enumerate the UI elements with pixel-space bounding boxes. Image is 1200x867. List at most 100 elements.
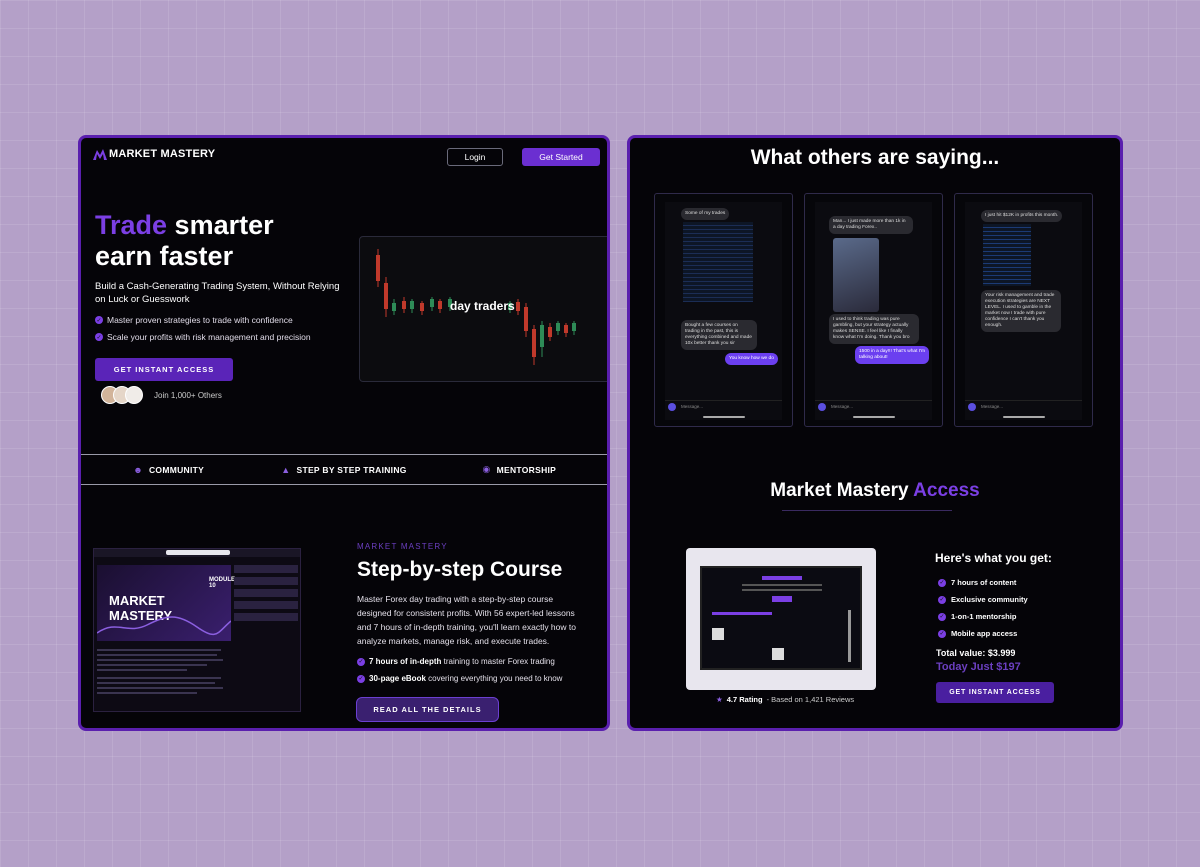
get-instant-access-button[interactable]: GET INSTANT ACCESS bbox=[936, 682, 1054, 703]
testimonial-phone: I just hit $12K in profits this month. Y… bbox=[954, 193, 1093, 427]
offer-title: Here's what you get: bbox=[935, 551, 1052, 565]
chat-bubble: I used to think trading was pure gamblin… bbox=[829, 314, 919, 344]
screen-thumb bbox=[772, 648, 784, 660]
lesson-list bbox=[234, 565, 298, 641]
home-indicator bbox=[853, 416, 895, 418]
home-indicator bbox=[703, 416, 745, 418]
avatar bbox=[125, 386, 143, 404]
avatar-stack bbox=[101, 386, 143, 404]
check-icon: ✓ bbox=[938, 629, 946, 638]
trades-screenshot bbox=[983, 224, 1031, 286]
landing-page-preview: MARKET MASTERY Login Get Started Trade s… bbox=[78, 135, 610, 731]
offer-item: ✓ Exclusive community bbox=[938, 595, 1028, 604]
access-title-accent: Access bbox=[908, 480, 980, 501]
chat-screen: Some of my trades Bought a few courses o… bbox=[665, 202, 782, 420]
course-bullet-rest: covering everything you need to know bbox=[425, 674, 563, 683]
lesson-item bbox=[234, 589, 298, 597]
chat-bubble: Some of my trades bbox=[681, 208, 730, 220]
logo[interactable]: MARKET MASTERY bbox=[93, 148, 215, 160]
trades-screenshot bbox=[683, 222, 753, 302]
message-placeholder: Message... bbox=[981, 404, 1004, 409]
chat-screen: I just hit $12K in profits this month. Y… bbox=[965, 202, 1082, 420]
course-screenshot: MODULE 10 MARKET MASTERY bbox=[93, 548, 301, 712]
course-bullet: ✓ 30-page eBook covering everything you … bbox=[357, 674, 562, 683]
feature-label: STEP BY STEP TRAINING bbox=[296, 464, 407, 475]
hero-bullet-text: Master proven strategies to trade with c… bbox=[107, 315, 293, 325]
screen-thumb bbox=[712, 628, 724, 640]
chat-bubble: I just hit $12K in profits this month. bbox=[981, 210, 1063, 222]
testimonials-preview: What others are saying... Some of my tra… bbox=[627, 135, 1123, 731]
message-input[interactable]: Message... bbox=[665, 400, 782, 412]
course-video-thumb: MODULE 10 MARKET MASTERY bbox=[97, 565, 235, 641]
chat-bubble-reply: You know how we do bbox=[725, 353, 778, 365]
course-description: Master Forex day trading with a step-by-… bbox=[357, 594, 576, 646]
rating-value: 4.7 Rating bbox=[726, 695, 763, 704]
hero-title: Trade smarter earn faster bbox=[95, 210, 274, 272]
course-bullet-text: 30-page eBook covering everything you ne… bbox=[369, 674, 562, 683]
feature-training: ▲ STEP BY STEP TRAINING bbox=[256, 465, 431, 475]
chat-bubble-reply: 1500 in a day!!! That's what I'm talking… bbox=[855, 346, 929, 364]
get-instant-access-button[interactable]: GET INSTANT ACCESS bbox=[95, 358, 233, 381]
lesson-item bbox=[234, 613, 298, 621]
screen-line bbox=[742, 589, 822, 591]
home-indicator bbox=[1003, 416, 1045, 418]
camera-icon[interactable] bbox=[668, 403, 676, 411]
wave-graphic bbox=[97, 616, 231, 636]
graduation-cap-icon: ▲ bbox=[281, 464, 291, 475]
screen-progress bbox=[712, 612, 772, 615]
hero-bullet: ✓ Scale your profits with risk managemen… bbox=[95, 332, 311, 342]
screen-scrollbar bbox=[848, 610, 851, 662]
feature-community: ☻ COMMUNITY bbox=[81, 465, 256, 475]
hero-title-rest: smarter bbox=[167, 210, 274, 240]
check-icon: ✓ bbox=[95, 316, 103, 324]
offer-item: ✓ Mobile app access bbox=[938, 629, 1017, 638]
course-bullet-rest: training to master Forex trading bbox=[441, 657, 555, 666]
offer-item-text: Exclusive community bbox=[951, 595, 1028, 604]
feature-bar: ☻ COMMUNITY ▲ STEP BY STEP TRAINING ◉ ME… bbox=[81, 454, 607, 485]
hero-subtitle: Build a Cash-Generating Trading System, … bbox=[95, 281, 340, 305]
hero-title-accent: Trade bbox=[95, 210, 168, 240]
chat-screen: Man... I just made more than 1k in a day… bbox=[815, 202, 932, 420]
message-input[interactable]: Message... bbox=[965, 400, 1082, 412]
course-title: Step-by-step Course bbox=[357, 558, 563, 581]
lesson-item bbox=[234, 577, 298, 585]
offer-item-text: 7 hours of content bbox=[951, 578, 1017, 587]
login-button[interactable]: Login bbox=[447, 148, 503, 166]
today-price: Today Just $197 bbox=[936, 661, 1021, 673]
screen-button bbox=[772, 596, 792, 602]
logo-mark-icon bbox=[93, 149, 107, 160]
message-placeholder: Message... bbox=[681, 404, 704, 409]
message-input[interactable]: Message... bbox=[815, 400, 932, 412]
star-icon: ★ bbox=[716, 695, 723, 704]
chat-bubble: Your risk management and trade execution… bbox=[981, 290, 1061, 332]
check-icon: ✓ bbox=[938, 578, 946, 587]
offer-item: ✓ 7 hours of content bbox=[938, 578, 1016, 587]
course-bullet-bold: 7 hours of in-depth bbox=[369, 657, 442, 666]
read-details-button[interactable]: READ ALL THE DETAILS bbox=[356, 697, 499, 722]
screen-heading bbox=[762, 576, 802, 580]
rating-text: - Based on 1,421 Reviews bbox=[766, 695, 855, 704]
divider bbox=[782, 510, 952, 511]
total-value: Total value: $3.999 bbox=[936, 648, 1016, 658]
get-started-button[interactable]: Get Started bbox=[522, 148, 600, 166]
module-tag: MODULE 10 bbox=[209, 577, 235, 589]
course-text-lines bbox=[97, 649, 227, 697]
feature-mentorship: ◉ MENTORSHIP bbox=[432, 464, 607, 475]
feature-label: COMMUNITY bbox=[148, 464, 205, 475]
hero-video[interactable]: day traders bbox=[359, 236, 607, 382]
medal-icon: ◉ bbox=[482, 464, 491, 474]
phone-photo bbox=[833, 238, 879, 312]
course-preview-card bbox=[686, 548, 876, 690]
offer-item-text: Mobile app access bbox=[951, 629, 1018, 638]
chat-bubble: Man... I just made more than 1k in a day… bbox=[829, 216, 913, 234]
check-icon: ✓ bbox=[95, 333, 103, 341]
camera-icon[interactable] bbox=[968, 403, 976, 411]
testimonial-phone: Some of my trades Bought a few courses o… bbox=[654, 193, 793, 427]
offer-item: ✓ 1-on-1 mentorship bbox=[938, 612, 1016, 621]
lesson-item bbox=[234, 565, 298, 573]
camera-icon[interactable] bbox=[818, 403, 826, 411]
message-placeholder: Message... bbox=[831, 404, 854, 409]
check-icon: ✓ bbox=[938, 595, 946, 604]
users-icon: ☻ bbox=[133, 464, 143, 475]
screen-line bbox=[742, 584, 822, 586]
